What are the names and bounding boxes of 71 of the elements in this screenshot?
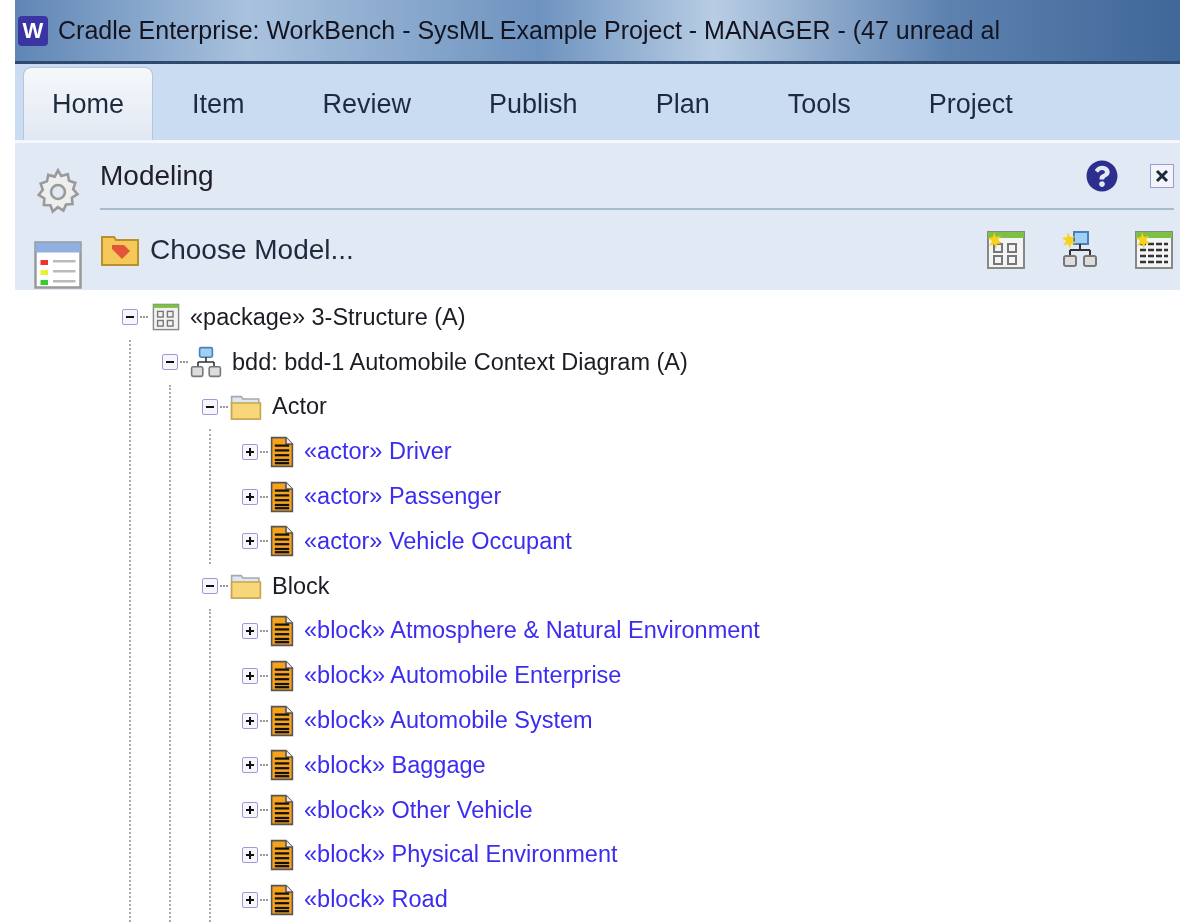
close-icon (1155, 168, 1169, 183)
expand-toggle[interactable] (242, 712, 258, 729)
plus-icon (245, 715, 255, 726)
tree-item[interactable]: «actor» Passenger (304, 483, 502, 511)
collapse-toggle[interactable] (202, 399, 218, 415)
plus-icon (245, 894, 255, 905)
ribbon-tab[interactable]: Project (889, 67, 1052, 140)
tree-item[interactable]: «block» Baggage (304, 751, 486, 779)
folder-icon (230, 393, 262, 421)
document-icon (270, 838, 294, 871)
document-icon (270, 435, 294, 468)
expand-toggle[interactable] (242, 757, 258, 774)
plus-icon (245, 849, 255, 860)
tree-item[interactable]: Block (272, 572, 330, 600)
tree-item[interactable]: Actor (272, 393, 327, 421)
tree-item[interactable]: «block» Atmosphere & Natural Environment (304, 617, 760, 645)
expand-toggle[interactable] (242, 622, 258, 639)
tree-item[interactable]: «actor» Vehicle Occupant (304, 527, 572, 555)
diagram-icon (190, 346, 222, 379)
choose-model-command[interactable]: Choose Model... (150, 234, 976, 266)
plus-icon (245, 670, 255, 681)
plus-icon (245, 446, 255, 457)
document-icon (270, 794, 294, 827)
tree-item[interactable]: «block» Automobile Enterprise (304, 662, 622, 690)
document-icon (270, 749, 294, 782)
close-button[interactable] (1150, 163, 1174, 188)
ribbon-tab[interactable]: Item (153, 67, 284, 140)
ribbon-tab[interactable]: Publish (450, 67, 617, 140)
plus-icon (245, 625, 255, 636)
plus-icon (245, 536, 255, 547)
tree-item[interactable]: «block» Road (304, 886, 448, 914)
collapse-toggle[interactable] (202, 578, 218, 595)
new-table-icon[interactable] (1134, 230, 1174, 270)
expand-toggle[interactable] (242, 802, 258, 819)
document-icon (270, 883, 294, 916)
document-icon (270, 614, 294, 647)
plus-icon (245, 491, 255, 502)
new-diagram-icon[interactable] (1060, 230, 1100, 270)
folder-icon (230, 572, 262, 601)
panel-title: Modeling (100, 159, 215, 192)
expand-toggle[interactable] (242, 533, 258, 550)
expand-toggle[interactable] (242, 443, 258, 460)
expand-toggle[interactable] (242, 667, 258, 684)
tree-item[interactable]: «block» Physical Environment (304, 841, 618, 869)
tree-item[interactable]: «actor» Driver (304, 438, 452, 466)
ribbon-tab[interactable]: Tools (748, 67, 890, 140)
plus-icon (245, 805, 255, 816)
plus-icon (245, 760, 255, 771)
document-icon (270, 480, 294, 513)
expand-toggle[interactable] (242, 846, 258, 863)
window-title: Cradle Enterprise: WorkBench - SysML Example Project - MANAGER - (47 unread al (58, 16, 1000, 46)
package-icon (152, 303, 180, 332)
app-logo: W (18, 15, 48, 46)
calendar-icon[interactable] (32, 240, 83, 290)
tree-item[interactable]: «package» 3-Structure (A) (190, 303, 466, 331)
ribbon-tab[interactable]: Review (283, 67, 451, 140)
expand-toggle[interactable] (242, 488, 258, 505)
tree-item[interactable]: bdd: bdd-1 Automobile Context Diagram (A) (232, 348, 688, 376)
ribbon-tab[interactable]: Plan (616, 67, 749, 140)
folder-tag-icon (100, 233, 140, 267)
expand-toggle[interactable] (242, 891, 258, 908)
tree-item[interactable]: «block» Automobile System (304, 707, 593, 735)
document-icon (270, 659, 294, 692)
new-package-icon[interactable] (986, 230, 1026, 270)
collapse-toggle[interactable] (162, 354, 178, 371)
help-icon[interactable] (1086, 159, 1118, 192)
collapse-toggle[interactable] (122, 309, 138, 326)
document-icon (270, 525, 294, 558)
tree-item[interactable]: «block» Other Vehicle (304, 796, 533, 824)
document-icon (270, 704, 294, 737)
ribbon-tab[interactable]: Home (23, 67, 154, 140)
